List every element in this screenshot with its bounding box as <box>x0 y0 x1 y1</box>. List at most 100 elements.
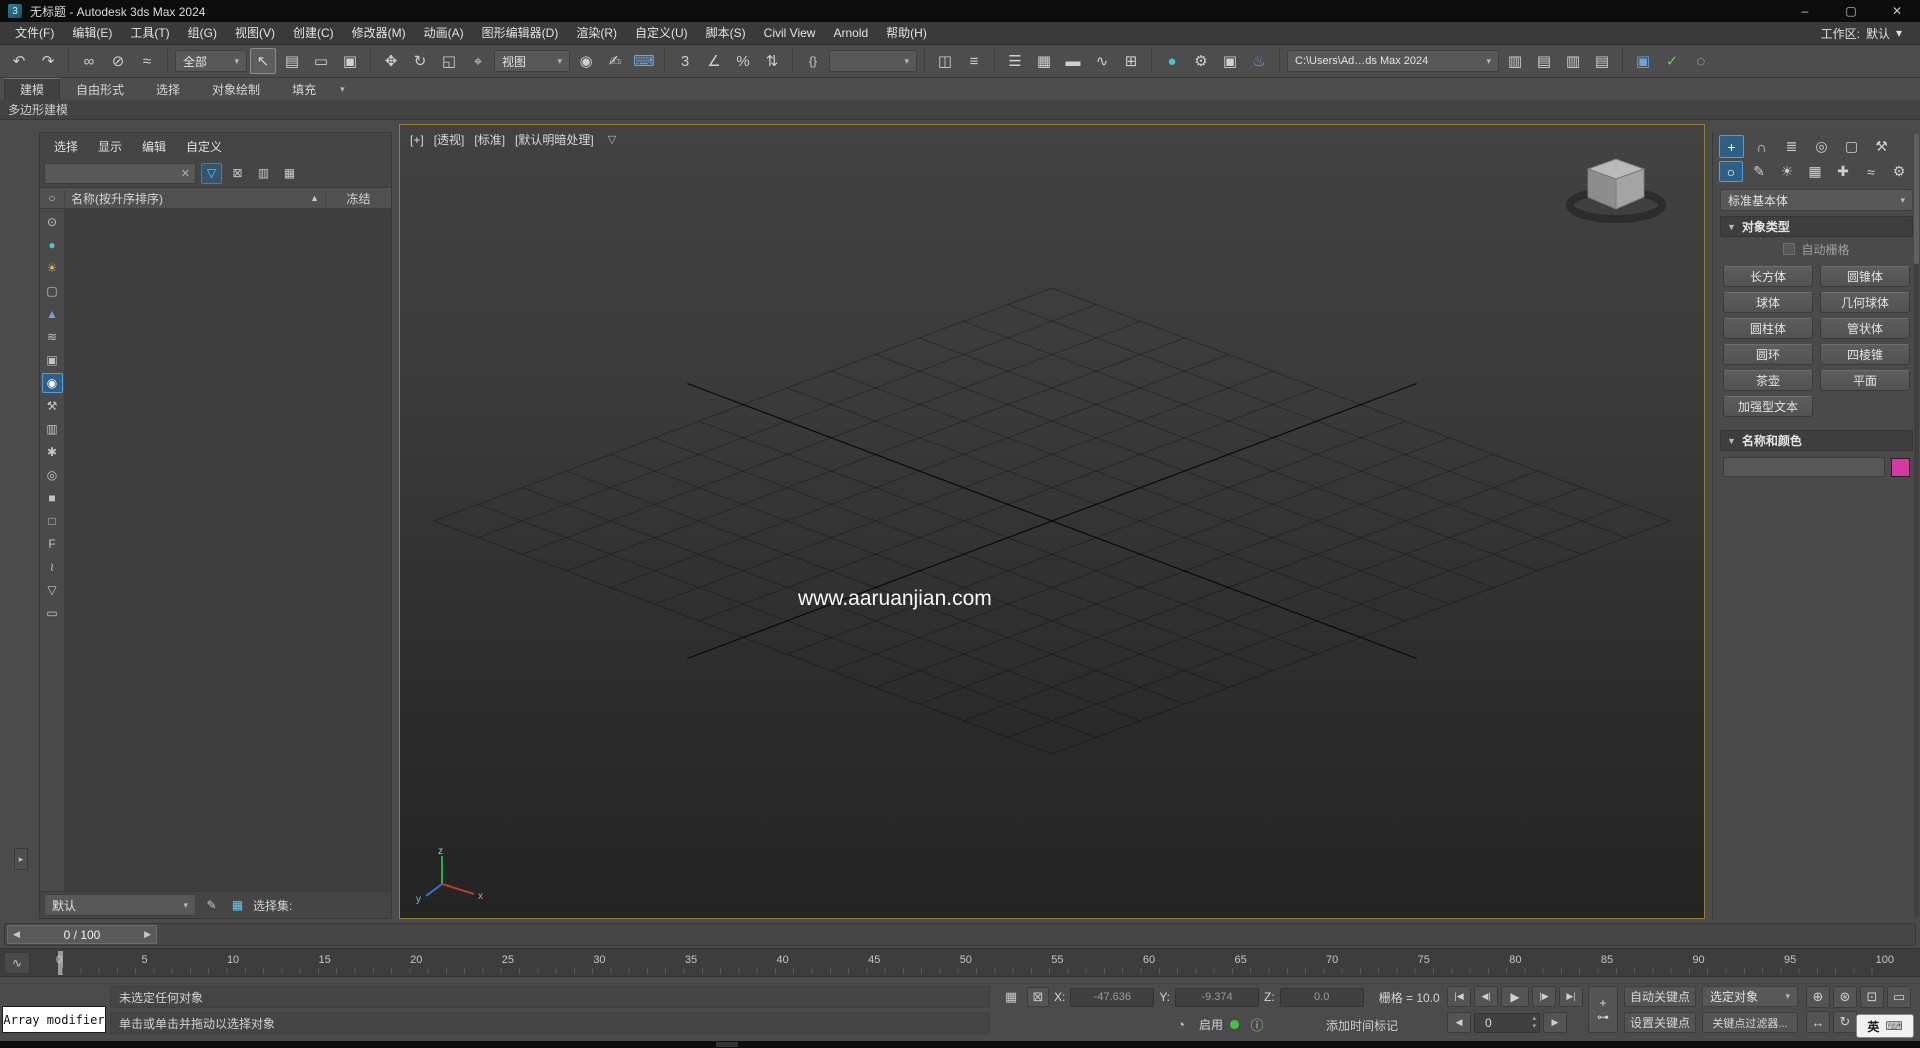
object-name-input[interactable] <box>1723 457 1885 477</box>
frozen-column-header[interactable]: 冻结 <box>325 189 391 207</box>
display-spacewarps-icon[interactable]: ≋ <box>42 327 63 347</box>
display-xref-icon[interactable]: F <box>42 534 63 554</box>
time-slider-track[interactable]: ◀ 0 / 100 ▶ <box>4 923 1916 946</box>
scrollbar-thumb[interactable] <box>1914 134 1919 264</box>
display-bones-icon[interactable]: ⚒ <box>42 396 63 416</box>
explorer-menu-edit[interactable]: 编辑 <box>132 138 176 155</box>
viewport-general-menu[interactable]: [+] <box>410 133 424 147</box>
menu-customize[interactable]: 自定义(U) <box>626 22 697 44</box>
object-color-swatch[interactable] <box>1891 457 1910 477</box>
cameras-category-icon[interactable]: ▦ <box>1803 161 1827 182</box>
select-and-rotate-icon[interactable]: ↻ <box>407 48 433 74</box>
box-button[interactable]: 长方体 <box>1723 266 1813 287</box>
zoom-extents-icon[interactable]: ⊡ <box>1860 986 1884 1008</box>
menu-file[interactable]: 文件(F) <box>6 22 63 44</box>
y-coordinate-field[interactable]: -9.374 <box>1175 987 1260 1007</box>
relink-assets-icon[interactable]: ▥ <box>1502 48 1528 74</box>
zoom-region-icon[interactable]: ▭ <box>1887 986 1911 1008</box>
menu-help[interactable]: 帮助(H) <box>877 22 936 44</box>
curve-editor-icon[interactable]: ∿ <box>1089 48 1115 74</box>
previous-key-icon[interactable]: ◀| <box>1474 986 1498 1007</box>
mini-curve-editor-icon[interactable]: ∿ <box>4 952 30 974</box>
cone-button[interactable]: 圆锥体 <box>1820 266 1910 287</box>
frame-spinner[interactable]: ▴ ▾ <box>1532 1015 1536 1031</box>
modify-tab-icon[interactable]: ∩ <box>1749 135 1774 158</box>
menu-scripting[interactable]: 脚本(S) <box>697 22 755 44</box>
menu-animation[interactable]: 动画(A) <box>415 22 473 44</box>
info-icon[interactable]: ⓘ <box>1246 1014 1268 1034</box>
explorer-preset-combo[interactable]: 默认 ▾ <box>44 894 196 916</box>
undo-icon[interactable]: ↶ <box>6 48 32 74</box>
geometry-category-icon[interactable]: ○ <box>1719 161 1743 182</box>
track-bar[interactable]: ∿ 0 5 10 15 20 25 30 35 40 45 50 55 60 6… <box>0 948 1920 977</box>
set-key-button[interactable]: 设置关键点 <box>1624 1012 1696 1033</box>
edit-selection-set-icon[interactable]: ✎ <box>201 895 222 916</box>
next-key-icon[interactable]: |▶ <box>1532 986 1556 1007</box>
menu-graph-editors[interactable]: 图形编辑器(D) <box>473 22 568 44</box>
display-all-icon[interactable]: ⊙ <box>42 212 63 232</box>
perspective-viewport[interactable]: [+] [透视] [标准] [默认明暗处理] ▽ www.aaruanjian.… <box>399 124 1705 919</box>
edit-named-selection-sets-icon[interactable]: {} <box>800 48 826 74</box>
teapot-button[interactable]: 茶壶 <box>1723 370 1813 391</box>
ribbon-tab-object-paint[interactable]: 对象绘制 <box>196 78 276 100</box>
named-selection-sets-combo[interactable]: ▾ <box>829 50 917 72</box>
menu-edit[interactable]: 编辑(E) <box>63 22 121 44</box>
textplus-button[interactable]: 加强型文本 <box>1723 396 1813 417</box>
menu-arnold[interactable]: Arnold <box>824 22 877 44</box>
selection-lock-icon[interactable]: ⊠ <box>1027 987 1049 1007</box>
window-crossing-icon[interactable]: ▣ <box>337 48 363 74</box>
align-icon[interactable]: ≡ <box>961 48 987 74</box>
lights-category-icon[interactable]: ☀ <box>1775 161 1799 182</box>
select-and-move-icon[interactable]: ✥ <box>378 48 404 74</box>
plane-button[interactable]: 平面 <box>1820 370 1910 391</box>
rectangular-selection-region-icon[interactable]: ▭ <box>308 48 334 74</box>
isolate-selection-icon[interactable]: ▦ <box>1000 987 1022 1007</box>
asset-tracking-icon[interactable]: ▥ <box>1560 48 1586 74</box>
maximize-button[interactable]: ▢ <box>1828 0 1874 22</box>
selected-objects-combo[interactable]: 选定对象 ▾ <box>1702 986 1798 1007</box>
filter-combination-icon[interactable]: ▽ <box>42 580 63 600</box>
helpers-category-icon[interactable]: ✚ <box>1831 161 1855 182</box>
project-path-combo[interactable]: C:\Users\Ad…ds Max 2024 ▾ <box>1287 50 1499 72</box>
use-pivot-center-icon[interactable]: ◉ <box>573 48 599 74</box>
viewport-layout-icon[interactable]: ▣ <box>1630 48 1656 74</box>
sphere-button[interactable]: 球体 <box>1723 292 1813 313</box>
explorer-config2-icon[interactable]: ▦ <box>227 895 248 916</box>
toggle-ribbon-icon[interactable]: ▬ <box>1060 48 1086 74</box>
select-and-scale-icon[interactable]: ◱ <box>436 48 462 74</box>
unlink-selection-icon[interactable]: ⊘ <box>105 48 131 74</box>
time-slider-handle[interactable]: ◀ 0 / 100 ▶ <box>7 925 157 944</box>
add-time-tag[interactable]: 添加时间标记 <box>1326 1017 1398 1034</box>
select-by-name-icon[interactable]: ▤ <box>279 48 305 74</box>
material-editor-icon[interactable]: ● <box>1159 48 1185 74</box>
previous-frame-icon[interactable]: ◀ <box>13 929 20 940</box>
health-check-icon[interactable]: ✓ <box>1659 48 1685 74</box>
explorer-options-icon[interactable]: ▦ <box>279 163 300 184</box>
mirror-icon[interactable]: ◫ <box>932 48 958 74</box>
explorer-menu-display[interactable]: 显示 <box>88 138 132 155</box>
snap-toggle-3d-icon[interactable]: 3 <box>672 48 698 74</box>
workspace-selector[interactable]: 工作区: 默认 ▾ <box>1821 25 1914 42</box>
cylinder-button[interactable]: 圆柱体 <box>1723 318 1813 339</box>
display-children-icon[interactable]: ▭ <box>42 603 63 623</box>
help-status-icon[interactable]: ◌ <box>1688 48 1714 74</box>
column-chooser-icon[interactable]: ▥ <box>253 163 274 184</box>
sort-ascending-icon[interactable]: ▲ <box>310 193 319 203</box>
select-object-icon[interactable]: ↖ <box>250 48 276 74</box>
ribbon-tab-populate[interactable]: 填充 <box>276 78 332 100</box>
x-coordinate-field[interactable]: -47.636 <box>1070 987 1155 1007</box>
bind-to-spacewarp-icon[interactable]: ≈ <box>134 48 160 74</box>
menu-tools[interactable]: 工具(T) <box>121 22 178 44</box>
menu-views[interactable]: 视图(V) <box>226 22 284 44</box>
ribbon-tab-freeform[interactable]: 自由形式 <box>60 78 140 100</box>
select-and-link-icon[interactable]: ∞ <box>76 48 102 74</box>
viewport-shading-menu[interactable]: [默认明暗处理] <box>515 131 594 148</box>
viewport-pov-menu[interactable]: [透视] <box>434 131 465 148</box>
geosphere-button[interactable]: 几何球体 <box>1820 292 1910 313</box>
orbit-icon[interactable]: ↻ <box>1833 1011 1857 1033</box>
close-button[interactable]: ✕ <box>1874 0 1920 22</box>
next-frame-icon[interactable]: ▶ <box>144 929 151 940</box>
display-groups-icon[interactable]: ≀ <box>42 557 63 577</box>
menu-civil-view[interactable]: Civil View <box>755 22 825 44</box>
display-shapes-icon[interactable]: ▲ <box>42 304 63 324</box>
